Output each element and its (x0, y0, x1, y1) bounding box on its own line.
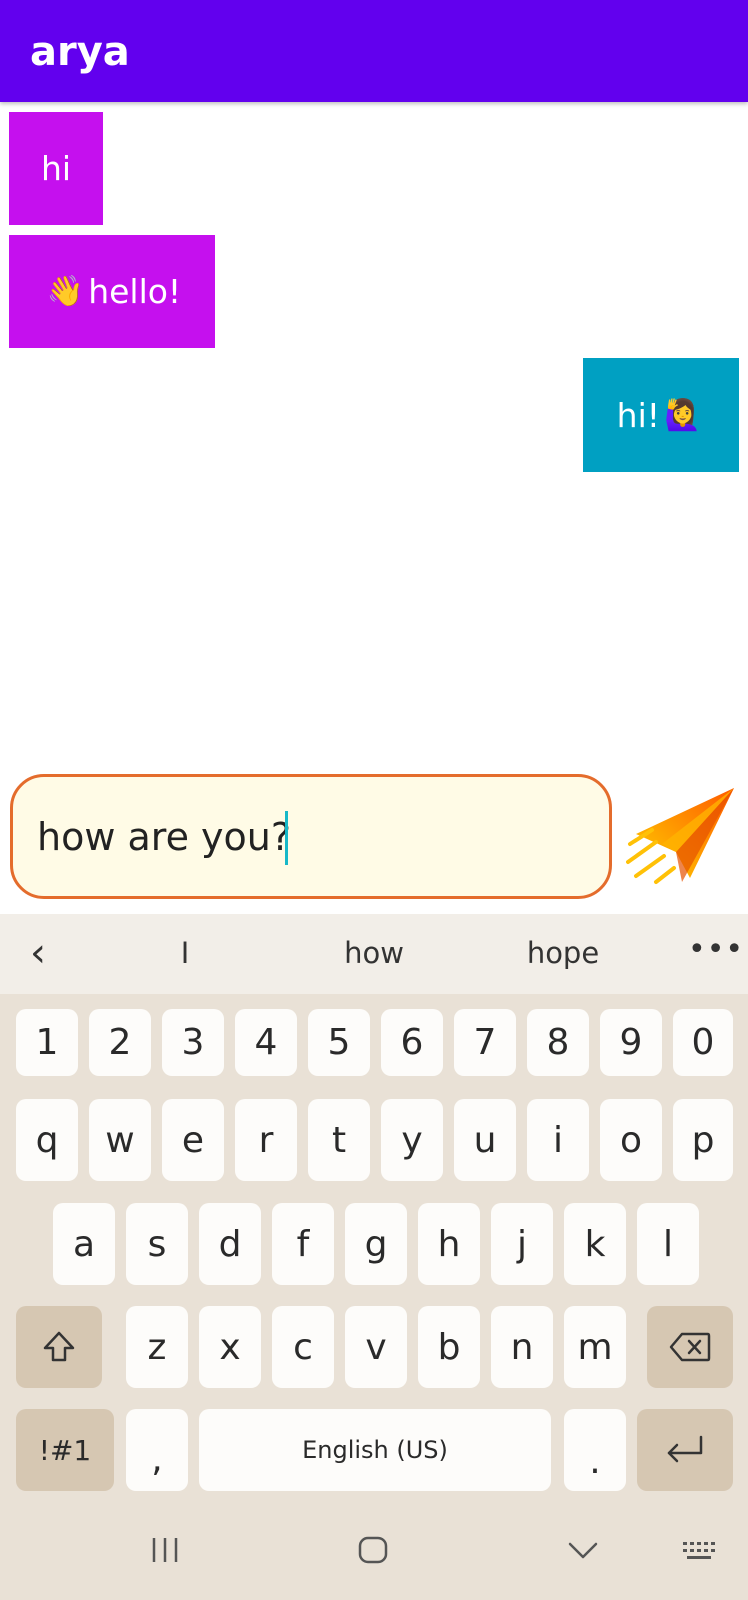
chevron-left-icon[interactable]: ‹ (30, 930, 46, 976)
key[interactable]: 2 (89, 1009, 151, 1076)
chat-title: arya (30, 29, 130, 75)
person-raising-hand-icon: 🙋‍♀️ (663, 397, 702, 433)
key[interactable]: r (235, 1099, 297, 1181)
app-bar: arya (0, 0, 748, 102)
suggestion-item[interactable]: how (304, 936, 444, 970)
message-text: hi (40, 149, 72, 188)
key[interactable]: k (564, 1203, 626, 1285)
space-key[interactable]: English (US) (199, 1409, 551, 1491)
key[interactable]: h (418, 1203, 480, 1285)
key[interactable]: a (53, 1203, 115, 1285)
key[interactable]: z (126, 1306, 188, 1388)
key[interactable]: p (673, 1099, 733, 1181)
key[interactable]: m (564, 1306, 626, 1388)
suggestion-item[interactable]: hope (493, 936, 633, 970)
message-input[interactable] (37, 803, 577, 871)
message-input-container[interactable] (10, 774, 612, 899)
message-text: hello! (88, 272, 182, 311)
key[interactable]: s (126, 1203, 188, 1285)
key[interactable]: t (308, 1099, 370, 1181)
key[interactable]: x (199, 1306, 261, 1388)
suggestion-item[interactable]: I (115, 936, 255, 970)
key[interactable]: 0 (673, 1009, 733, 1076)
key[interactable]: 7 (454, 1009, 516, 1076)
key[interactable]: o (600, 1099, 662, 1181)
key[interactable]: j (491, 1203, 553, 1285)
enter-icon (667, 1435, 703, 1463)
key[interactable]: w (89, 1099, 151, 1181)
key[interactable]: 1 (16, 1009, 78, 1076)
key[interactable]: n (491, 1306, 553, 1388)
message-bubble-outgoing[interactable]: hi! 🙋‍♀️ (583, 358, 739, 472)
on-screen-keyboard: ‹ I how hope ••• 1 2 3 4 5 6 7 8 9 0 q w… (0, 914, 748, 1600)
keyboard-icon[interactable] (682, 1540, 718, 1562)
key[interactable]: d (199, 1203, 261, 1285)
suggestion-bar: ‹ I how hope ••• (0, 914, 748, 994)
key[interactable]: v (345, 1306, 407, 1388)
key[interactable]: u (454, 1099, 516, 1181)
shift-icon (43, 1331, 75, 1362)
message-bubble-incoming[interactable]: 👋 hello! (9, 235, 215, 348)
comma-key[interactable]: , (126, 1409, 188, 1491)
chat-screen: arya hi 👋 hello! hi! 🙋‍♀️ (0, 0, 748, 1600)
waving-hand-icon: 👋 (46, 274, 85, 309)
period-key[interactable]: . (564, 1409, 626, 1491)
key[interactable]: c (272, 1306, 334, 1388)
key[interactable]: i (527, 1099, 589, 1181)
home-icon[interactable] (358, 1536, 388, 1564)
message-text: hi! (616, 395, 660, 435)
message-bubble-incoming[interactable]: hi (9, 112, 103, 225)
recent-apps-icon[interactable] (150, 1536, 180, 1564)
key[interactable]: e (162, 1099, 224, 1181)
paper-plane-icon (626, 788, 734, 884)
send-button[interactable] (626, 786, 738, 886)
key[interactable]: y (381, 1099, 443, 1181)
key[interactable]: q (16, 1099, 78, 1181)
key[interactable]: 4 (235, 1009, 297, 1076)
more-options-icon[interactable]: ••• (688, 932, 744, 967)
text-cursor (285, 811, 288, 865)
symbols-key[interactable]: !#1 (16, 1409, 114, 1491)
shift-key[interactable] (16, 1306, 102, 1388)
key[interactable]: g (345, 1203, 407, 1285)
key[interactable]: f (272, 1203, 334, 1285)
key[interactable]: l (637, 1203, 699, 1285)
key[interactable]: 6 (381, 1009, 443, 1076)
chevron-down-icon[interactable] (568, 1542, 598, 1560)
backspace-icon (669, 1332, 711, 1362)
backspace-key[interactable] (647, 1306, 733, 1388)
key[interactable]: b (418, 1306, 480, 1388)
key[interactable]: 8 (527, 1009, 589, 1076)
key[interactable]: 3 (162, 1009, 224, 1076)
key[interactable]: 5 (308, 1009, 370, 1076)
key[interactable]: 9 (600, 1009, 662, 1076)
enter-key[interactable] (637, 1409, 733, 1491)
system-navigation-bar (0, 1500, 748, 1600)
